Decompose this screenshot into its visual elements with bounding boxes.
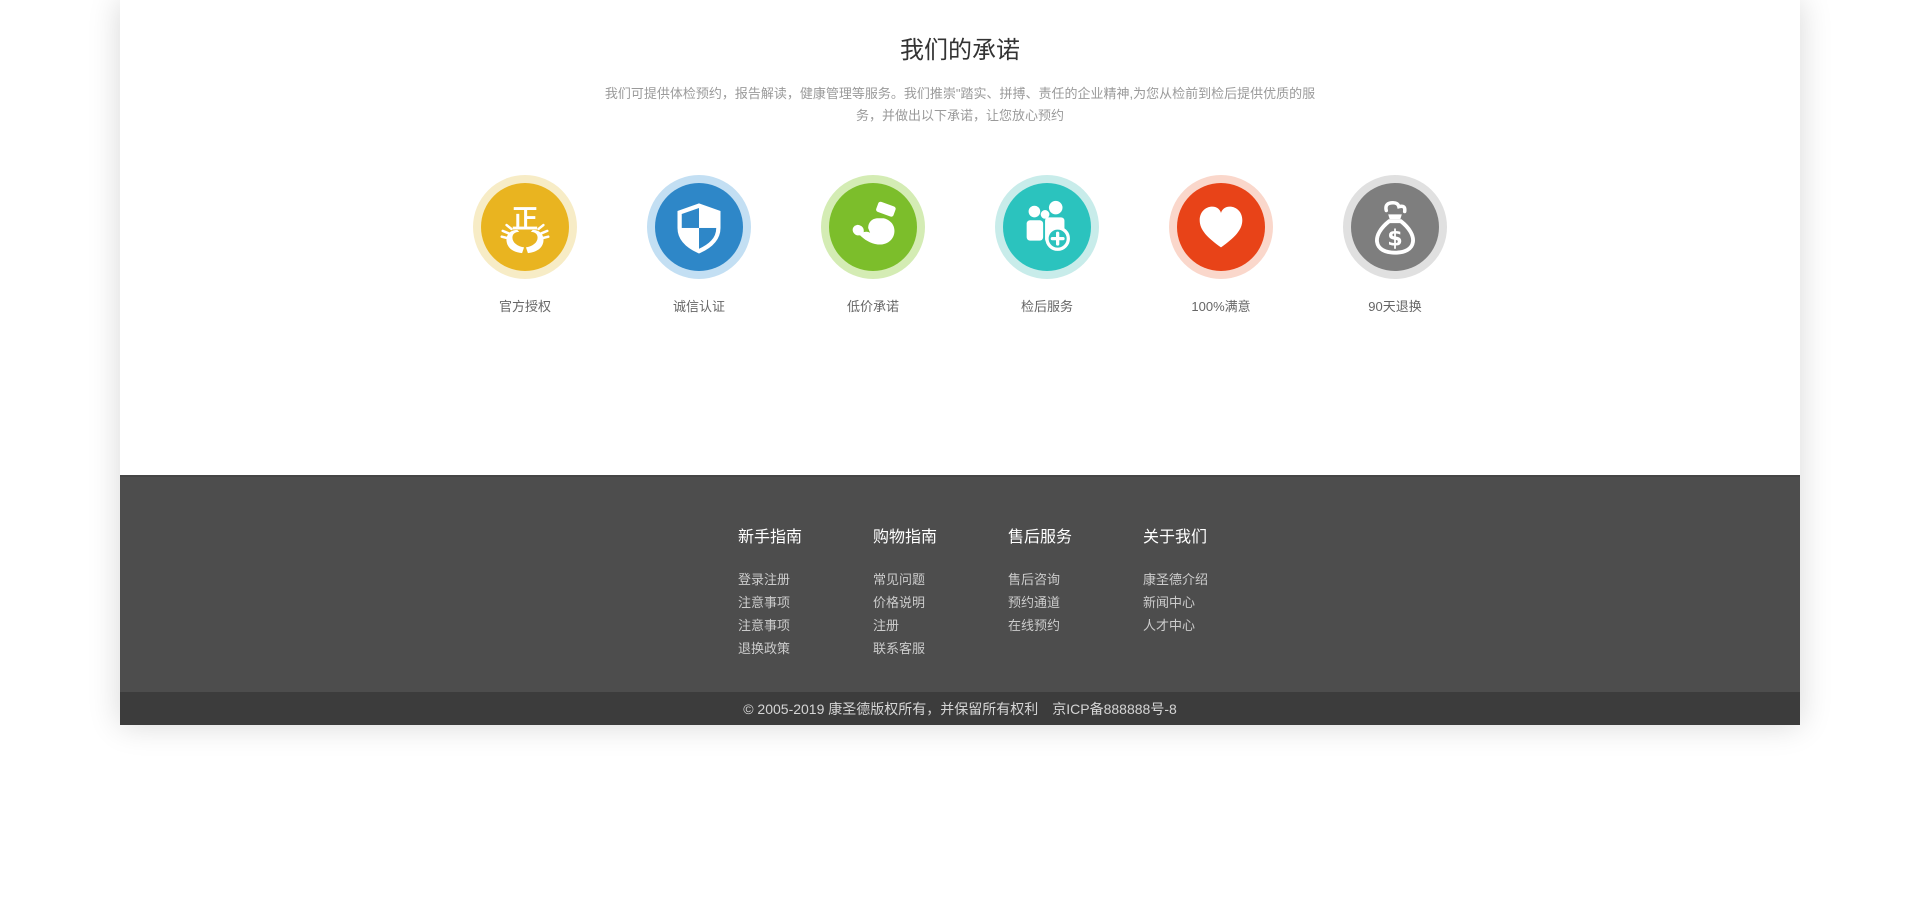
footer-link[interactable]: 常见问题 [873,572,925,587]
promise-icon-ring [1169,175,1273,279]
promise-label: 90天退换 [1343,296,1447,315]
promise-label: 诚信认证 [647,296,751,315]
page-column: 我们的承诺 我们可提供体检预约，报告解读，健康管理等服务。我们推崇"踏实、拼搏、… [120,0,1800,725]
promise-icon-ring [647,175,751,279]
footer-column-about-us: 关于我们 康圣德介绍 新闻中心 人才中心 [1143,523,1278,663]
promise-icon-ring: $ [1343,175,1447,279]
promise-icon-ring [995,175,1099,279]
promise-description-line2: 务，并做出以下承诺，让您放心预约 [600,105,1320,127]
footer-link[interactable]: 新闻中心 [1143,595,1195,610]
heart-icon [1177,183,1265,271]
promise-icon-ring: 正 [473,175,577,279]
footer-link[interactable]: 注意事项 [738,595,790,610]
footer-column-after-sales: 售后服务 售后咨询 预约通道 在线预约 [1008,523,1143,663]
promise-icons-row: 正 官方授权 [120,175,1800,315]
footer-link[interactable]: 人才中心 [1143,618,1195,633]
footer-column-beginner-guide: 新手指南 登录注册 注意事项 注意事项 退换政策 [738,523,873,663]
page-title: 我们的承诺 [120,0,1800,65]
footer-link[interactable]: 注册 [873,618,899,633]
promise-label: 检后服务 [995,296,1099,315]
promise-label: 官方授权 [473,296,577,315]
footer-column-shopping-guide: 购物指南 常见问题 价格说明 注册 联系客服 [873,523,1008,663]
copyright-bar: © 2005-2019 康圣德版权所有，并保留所有权利 京ICP备888888号… [120,692,1800,725]
promise-section: 我们的承诺 我们可提供体检预约，报告解读，健康管理等服务。我们推崇"踏实、拼搏、… [120,0,1800,475]
footer-column-title: 新手指南 [738,523,873,547]
promise-item-after-exam-service: 检后服务 [995,175,1099,315]
promise-item-low-price: 低价承诺 [821,175,925,315]
footer-link[interactable]: 退换政策 [738,641,790,656]
promise-description-line1: 我们可提供体检预约，报告解读，健康管理等服务。我们推崇"踏实、拼搏、责任的企业精… [600,83,1320,105]
promise-label: 低价承诺 [821,296,925,315]
footer-link[interactable]: 联系客服 [873,641,925,656]
footer-link[interactable]: 价格说明 [873,595,925,610]
footer-link[interactable]: 登录注册 [738,572,790,587]
promise-icon-ring [821,175,925,279]
footer-link[interactable]: 注意事项 [738,618,790,633]
svg-text:$: $ [1387,225,1403,251]
promise-description: 我们可提供体检预约，报告解读，健康管理等服务。我们推崇"踏实、拼搏、责任的企业精… [600,83,1320,127]
promise-item-return-policy: $ 90天退换 [1343,175,1447,315]
hands-holding-zheng-icon: 正 [481,183,569,271]
footer-column-title: 售后服务 [1008,523,1143,547]
hand-gesture-icon [829,183,917,271]
medical-team-icon [1003,183,1091,271]
footer-column-title: 购物指南 [873,523,1008,547]
footer: 新手指南 登录注册 注意事项 注意事项 退换政策 购物指南 常见问题 价格说明 … [120,475,1800,692]
promise-item-satisfaction: 100%满意 [1169,175,1273,315]
money-bag-icon: $ [1351,183,1439,271]
promise-item-official-authorization: 正 官方授权 [473,175,577,315]
footer-link[interactable]: 康圣德介绍 [1143,572,1208,587]
shield-check-icon [655,183,743,271]
footer-link[interactable]: 售后咨询 [1008,572,1060,587]
promise-item-integrity-certification: 诚信认证 [647,175,751,315]
promise-label: 100%满意 [1169,296,1273,315]
footer-link[interactable]: 预约通道 [1008,595,1060,610]
copyright-text: © 2005-2019 康圣德版权所有，并保留所有权利 京ICP备888888号… [743,699,1177,719]
footer-column-title: 关于我们 [1143,523,1278,547]
footer-link[interactable]: 在线预约 [1008,618,1060,633]
footer-columns: 新手指南 登录注册 注意事项 注意事项 退换政策 购物指南 常见问题 价格说明 … [120,477,1800,663]
